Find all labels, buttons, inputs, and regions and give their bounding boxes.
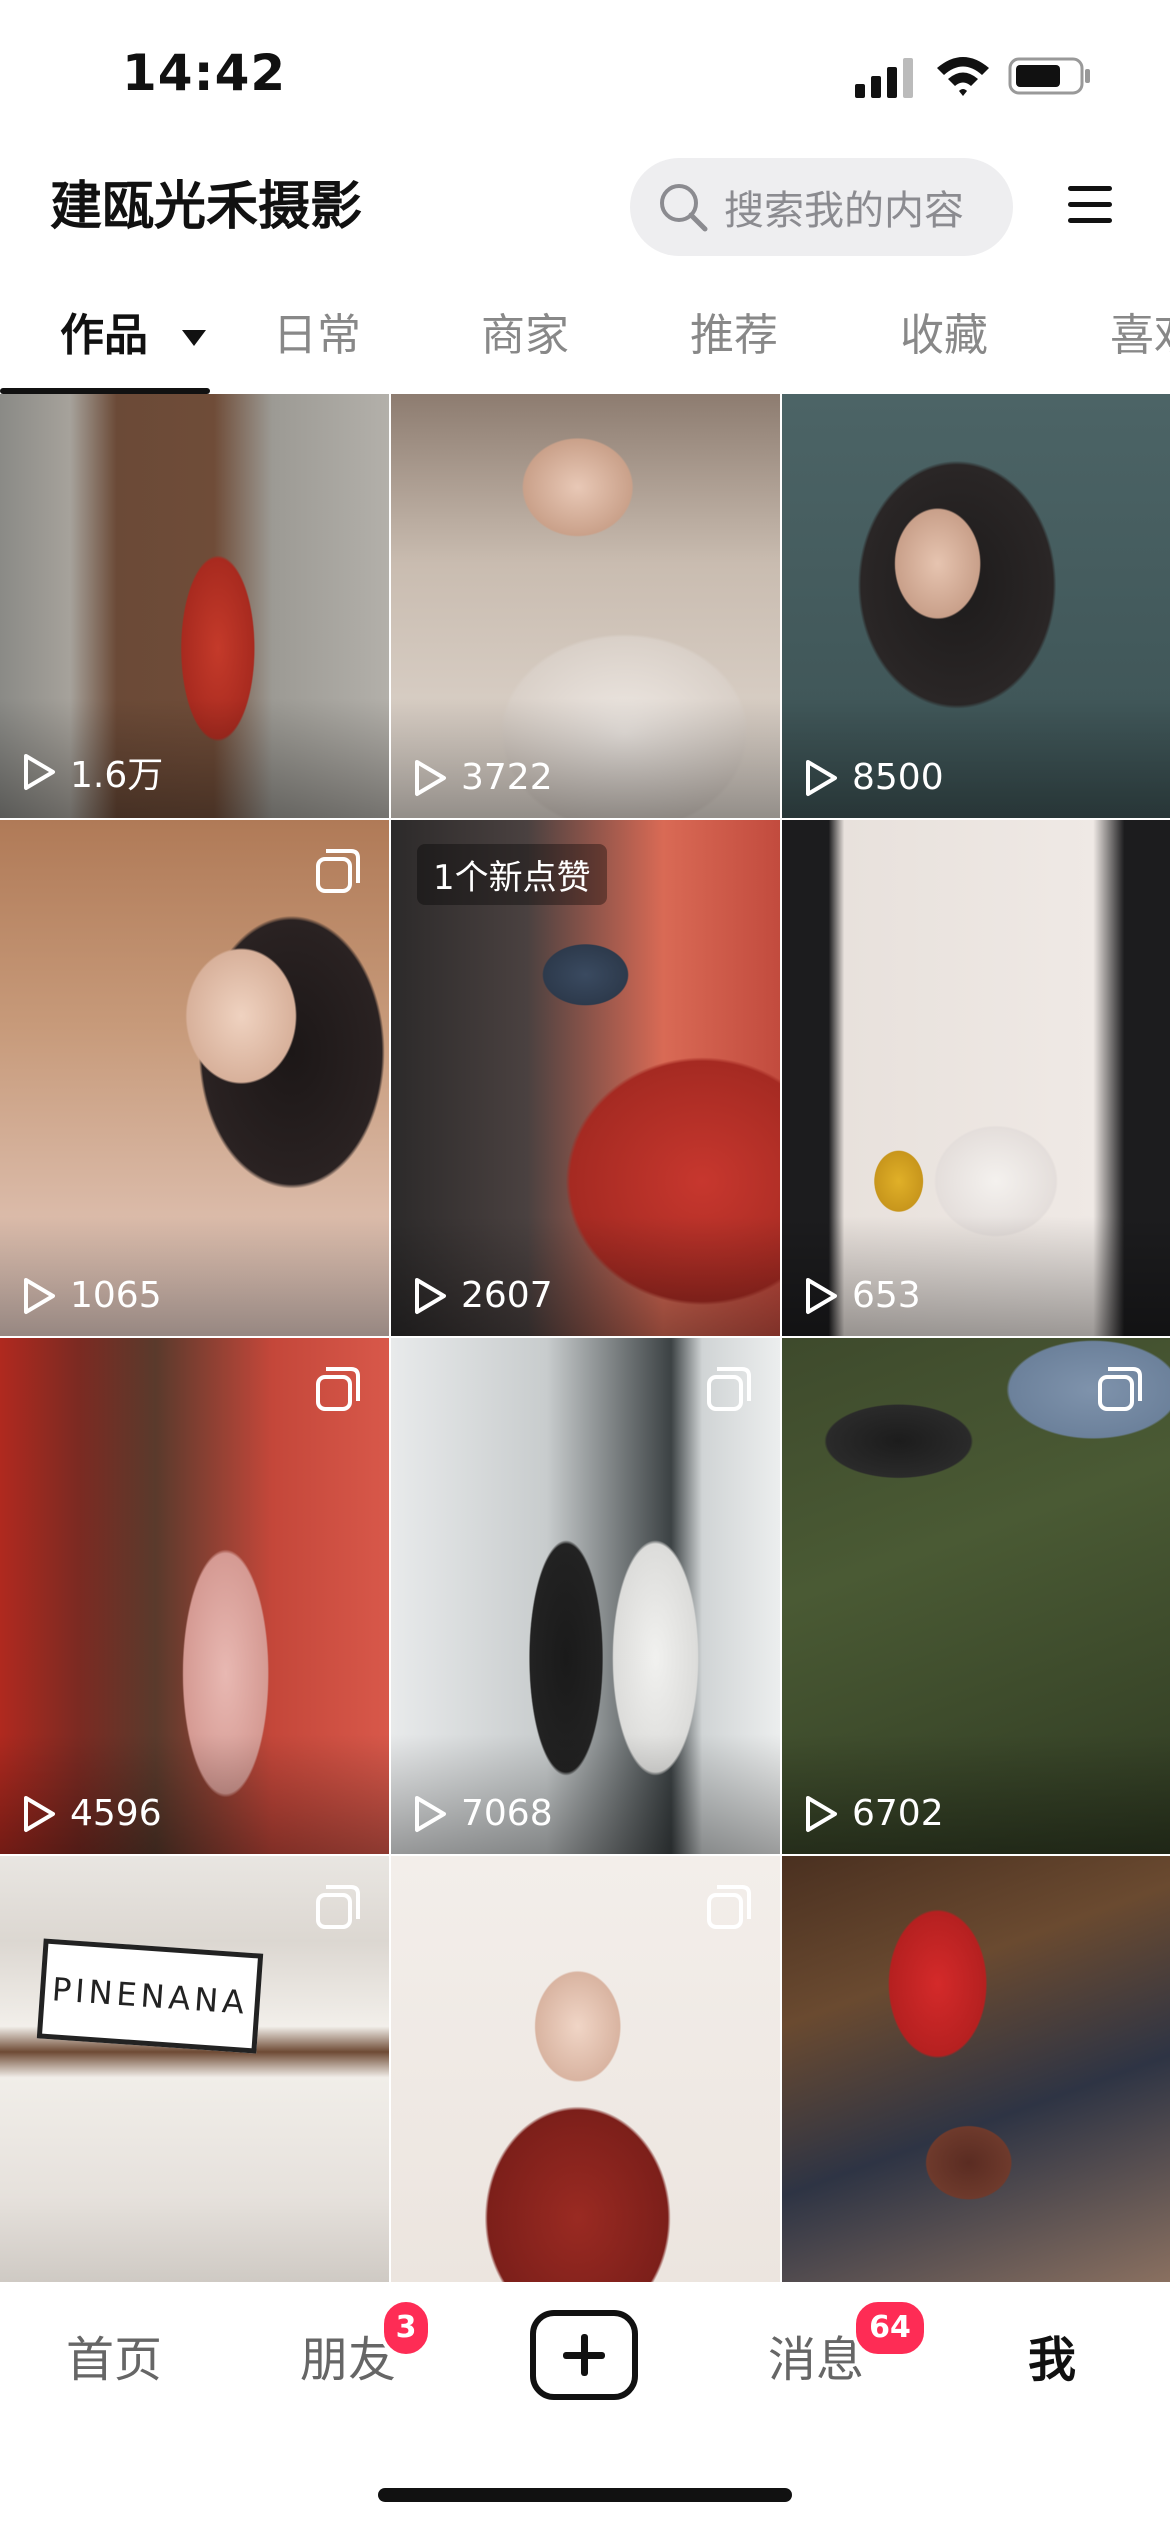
play-icon: [415, 759, 446, 796]
store-sign: PINENANA: [36, 1938, 264, 2054]
play-count: 8500: [804, 757, 944, 798]
video-thumbnail: [782, 1856, 1170, 2282]
play-count-text: 8500: [852, 757, 944, 798]
play-icon: [415, 1277, 446, 1314]
play-count: 2607: [413, 1275, 553, 1316]
play-count-text: 3722: [461, 757, 553, 798]
signal-icon: [855, 58, 913, 98]
play-icon: [24, 1277, 55, 1314]
video-tile[interactable]: 6702: [782, 1338, 1170, 1854]
play-count-text: 7068: [461, 1793, 553, 1834]
play-count: 4596: [22, 1793, 162, 1834]
store-sign-text: PINENANA: [50, 1970, 250, 2022]
play-icon: [24, 754, 55, 790]
video-tile[interactable]: 8500: [782, 394, 1170, 818]
battery-icon: [1008, 57, 1090, 95]
multi-image-icon: [316, 1885, 360, 1929]
tab-recommend[interactable]: 推荐: [690, 306, 778, 366]
status-bar: 14:42: [0, 0, 1170, 150]
play-count: 1.6万: [22, 746, 163, 798]
play-icon: [806, 759, 837, 796]
video-tile[interactable]: 653: [782, 820, 1170, 1336]
play-count-text: 4596: [70, 1793, 162, 1834]
video-tile[interactable]: 1065: [0, 820, 389, 1336]
play-count-text: 2607: [461, 1275, 553, 1316]
multi-image-icon: [316, 849, 360, 893]
nav-home[interactable]: 首页: [66, 2320, 162, 2390]
play-count-text: 1.6万: [70, 755, 164, 796]
tab-favorites[interactable]: 收藏: [900, 306, 988, 366]
play-count-text: 1065: [70, 1275, 162, 1316]
play-count: 7068: [413, 1793, 553, 1834]
video-tile[interactable]: 3722: [391, 394, 780, 818]
tab-works[interactable]: 作品: [60, 306, 207, 366]
home-indicator: [378, 2488, 792, 2502]
nav-messages[interactable]: 消息: [768, 2320, 864, 2390]
tab-likes[interactable]: 喜欢: [1110, 306, 1170, 366]
wifi-icon: [937, 57, 989, 96]
account-name: 建瓯光禾摄影: [50, 177, 363, 237]
video-grid: 1.6万 3722 8500 1065 1个新点赞 2607 653 4596 …: [0, 394, 1170, 2282]
tab-merchant[interactable]: 商家: [481, 306, 569, 366]
play-icon: [806, 1277, 837, 1314]
plus-square-icon[interactable]: [530, 2310, 638, 2400]
tab-works-label: 作品: [60, 310, 148, 361]
multi-image-icon: [707, 1367, 751, 1411]
play-count: 1065: [22, 1275, 162, 1316]
profile-header: 建瓯光禾摄影 搜索我的内容: [0, 150, 1170, 270]
video-tile[interactable]: 1.6万: [0, 394, 389, 818]
status-time: 14:42: [122, 44, 287, 102]
play-count: 3722: [413, 757, 553, 798]
video-tile[interactable]: [782, 1856, 1170, 2282]
tab-daily[interactable]: 日常: [273, 306, 361, 366]
video-tile[interactable]: 7068: [391, 1338, 780, 1854]
multi-image-icon: [1098, 1367, 1142, 1411]
video-tile[interactable]: 4596: [0, 1338, 389, 1854]
hamburger-menu-icon[interactable]: [1066, 180, 1114, 230]
multi-image-icon: [316, 1367, 360, 1411]
video-tile[interactable]: [391, 1856, 780, 2282]
play-count-text: 6702: [852, 1793, 944, 1834]
friends-badge: 3: [380, 2298, 432, 2358]
play-count-text: 653: [852, 1275, 921, 1316]
search-placeholder: 搜索我的内容: [724, 188, 964, 234]
video-tile[interactable]: PINENANA: [0, 1856, 389, 2282]
play-icon: [24, 1795, 55, 1832]
play-icon: [806, 1795, 837, 1832]
video-tile[interactable]: 1个新点赞 2607: [391, 820, 780, 1336]
search-icon: [660, 184, 708, 232]
dropdown-triangle-icon: [182, 330, 207, 346]
search-input[interactable]: 搜索我的内容: [630, 158, 1013, 256]
play-count: 653: [804, 1275, 921, 1316]
nav-me[interactable]: 我: [1028, 2320, 1076, 2390]
messages-badge: 64: [852, 2298, 928, 2358]
play-icon: [415, 1795, 446, 1832]
multi-image-icon: [707, 1885, 751, 1929]
content-tabs: 作品 日常 商家 推荐 收藏 喜欢: [0, 288, 1170, 398]
play-count: 6702: [804, 1793, 944, 1834]
new-like-badge: 1个新点赞: [417, 844, 607, 905]
